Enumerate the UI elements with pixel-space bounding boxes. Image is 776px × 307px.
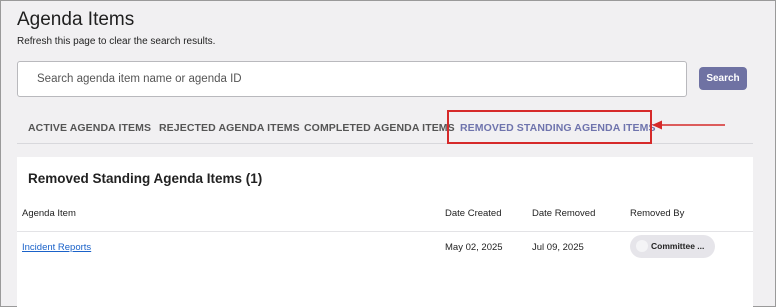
removed-by-user-chip[interactable]: Committee ... [630,235,715,258]
tab-rejected-agenda-items[interactable]: REJECTED AGENDA ITEMS [159,122,300,134]
page-title: Agenda Items [17,9,135,30]
column-header-agenda-item: Agenda Item [22,208,76,219]
removed-items-panel: Removed Standing Agenda Items (1) Agenda… [17,157,753,307]
date-removed-cell: Jul 09, 2025 [532,242,584,253]
search-input[interactable] [17,61,687,97]
date-created-cell: May 02, 2025 [445,242,503,253]
removed-by-user-name: Committee ... [651,241,705,251]
panel-title: Removed Standing Agenda Items (1) [28,171,263,186]
page-subtitle: Refresh this page to clear the search re… [17,36,216,47]
agenda-item-link[interactable]: Incident Reports [22,242,91,253]
annotation-highlight-box [447,110,652,144]
column-header-date-created: Date Created [445,208,502,219]
column-header-removed-by: Removed By [630,208,685,219]
search-button[interactable]: Search [699,67,747,90]
user-avatar-icon [636,240,648,252]
tab-active-agenda-items[interactable]: ACTIVE AGENDA ITEMS [28,122,151,134]
column-header-date-removed: Date Removed [532,208,596,219]
table-header-divider [17,231,753,232]
tab-completed-agenda-items[interactable]: COMPLETED AGENDA ITEMS [304,122,455,134]
arrow-left-icon [652,120,725,130]
